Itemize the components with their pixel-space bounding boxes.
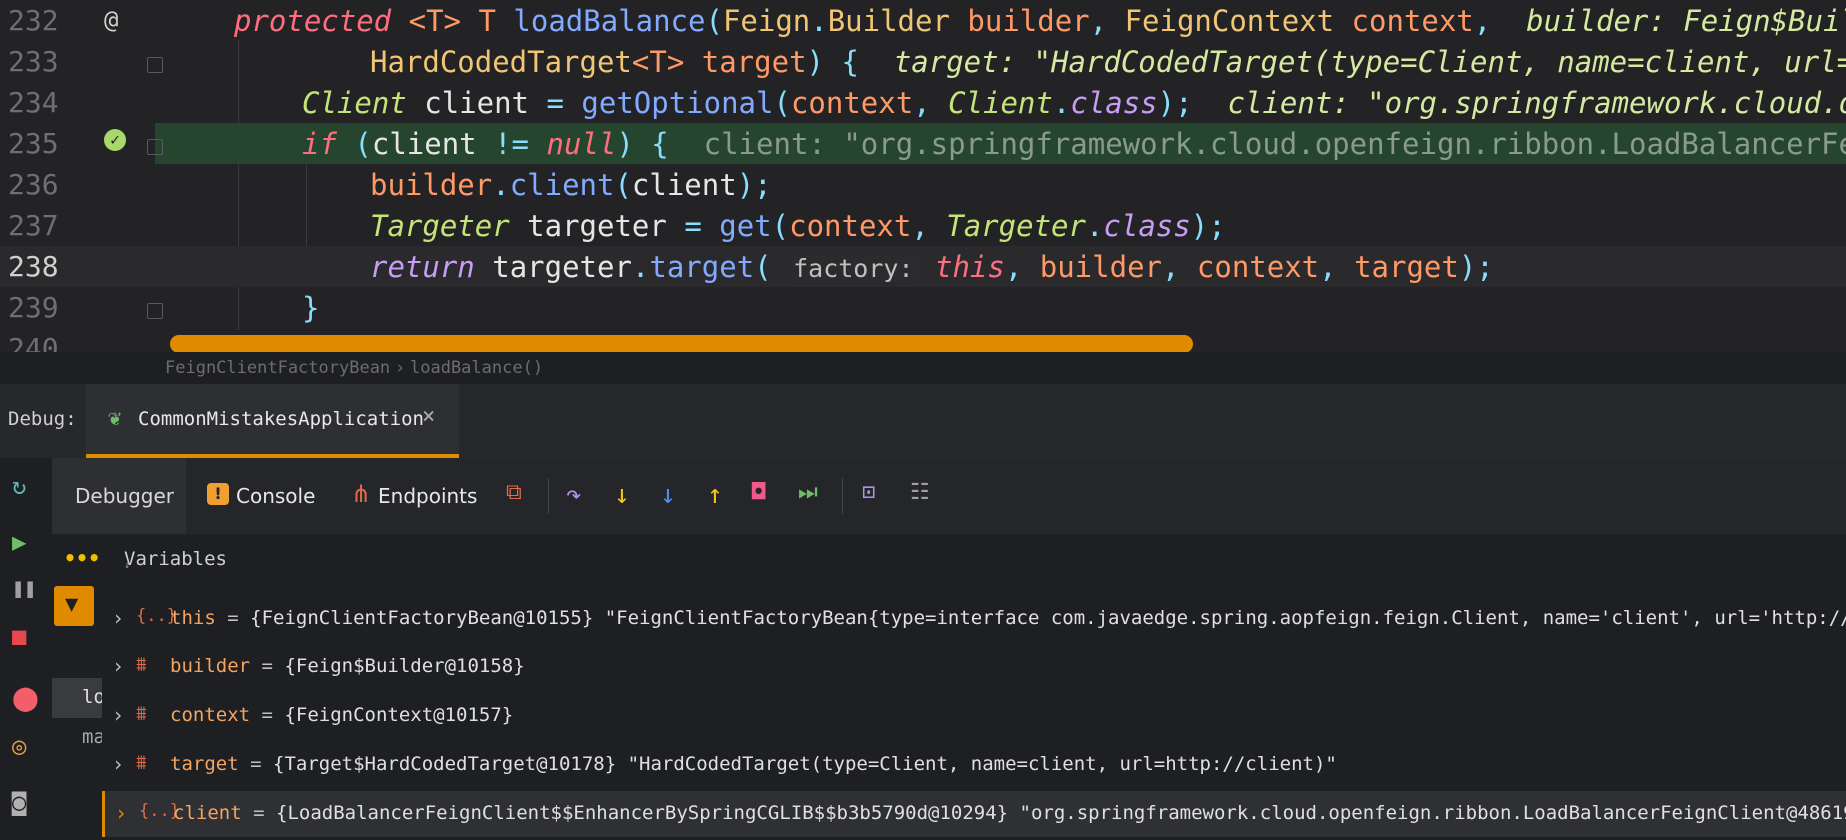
line-number: 239 (8, 291, 59, 324)
code-line-236[interactable]: 236 builder.client(client); (0, 164, 1846, 205)
camera-icon[interactable]: ◙ (12, 788, 26, 816)
line-number: 237 (8, 209, 59, 242)
tab-endpoints[interactable]: ⋔ Endpoints (351, 458, 491, 534)
line-number: 236 (8, 168, 59, 201)
code-line-232[interactable]: 232 @ protected <T> T loadBalance(Feign.… (0, 0, 1846, 41)
breadcrumb-class[interactable]: FeignClientFactoryBean (165, 358, 390, 378)
code-line-235[interactable]: 235 ✓ if (client != null) { client: "org… (0, 123, 1846, 164)
debugger-toolbar: Debugger ! Console ⋔ Endpoints ⧉ ↷ ↓ ↓ ↑… (52, 458, 1846, 534)
debug-value-hint: builder: Feign$Builde (1526, 4, 1846, 38)
toolbar-separator (842, 478, 843, 514)
toolbar-separator (548, 478, 549, 514)
expand-chevron-icon[interactable]: › (112, 752, 124, 776)
code-text: Targeter targeter = get(context, Targete… (370, 209, 1226, 243)
drop-frame-icon[interactable]: ◘ (752, 480, 765, 505)
tab-console[interactable]: ! Console (207, 458, 327, 534)
filter-button[interactable]: ▼ (54, 586, 94, 626)
breadcrumb-method[interactable]: loadBalance() (410, 358, 543, 378)
expand-chevron-icon[interactable]: › (112, 654, 124, 678)
horizontal-scrollbar[interactable] (170, 335, 1193, 352)
fold-marker-icon[interactable] (147, 57, 163, 73)
variables-tree: › {..} this = {FeignClientFactoryBean@10… (102, 596, 1846, 840)
debug-value-hint: client: "org.springframework.cloud.ope (1227, 86, 1846, 120)
stop-icon[interactable]: ■ (12, 622, 26, 650)
line-number: 233 (8, 45, 59, 78)
debug-value-hint: client: "org.springframework.cloud.openf… (703, 127, 1846, 161)
breadcrumb: FeignClientFactoryBean › loadBalance() (0, 356, 1846, 382)
variable-row-builder[interactable]: › ⩩ builder = {Feign$Builder@10158} (102, 644, 1846, 690)
frame-item[interactable]: ma (52, 718, 105, 758)
frames-panel: ▼ lo ma (52, 586, 105, 840)
session-tab-label: CommonMistakesApplication (138, 408, 424, 430)
expand-chevron-icon[interactable]: › (112, 703, 124, 727)
breadcrumb-separator: › (395, 358, 406, 378)
line-number: 240 (8, 332, 59, 352)
more-options-icon[interactable]: ••• (64, 546, 100, 570)
step-over-icon[interactable]: ↷ (566, 480, 582, 510)
spring-boot-app-icon: ❦ (108, 406, 122, 431)
filter-icon: ▼ (65, 592, 79, 617)
line-number: 232 (8, 4, 59, 37)
variable-row-context[interactable]: › ⩩ context = {FeignContext@10157} (102, 693, 1846, 739)
pause-icon[interactable]: ❚❚ (12, 576, 36, 600)
breakpoint-check-icon[interactable]: ✓ (104, 129, 126, 151)
parameter-name-hint: factory: (789, 254, 918, 283)
debug-value-hint: target: "HardCodedTarget(type=Client, na… (893, 45, 1846, 79)
step-out-icon[interactable]: ↑ (707, 480, 723, 510)
override-marker-icon[interactable]: @ (104, 6, 118, 34)
field-icon: ⩩ (136, 701, 147, 725)
fold-marker-icon[interactable] (147, 139, 163, 155)
trace-settings-icon[interactable]: ☷ (910, 480, 930, 505)
restore-layout-icon[interactable]: ⧉ (506, 480, 522, 505)
debug-actions-sidebar: ↻ ▶ ❚❚ ■ ⬤ ◎ ◙ (0, 458, 52, 840)
step-into-icon[interactable]: ↓ (614, 480, 630, 510)
resume-icon[interactable]: ▶ (12, 528, 26, 556)
debug-tool-window-header: Debug: ❦ CommonMistakesApplication × (0, 384, 1846, 458)
code-text: return targeter.target( factory: this, b… (370, 250, 1494, 284)
code-text: Client client = getOptional(context, Cli… (302, 86, 1846, 120)
variables-title: Variables (124, 548, 227, 570)
code-line-238[interactable]: 238 return targeter.target( factory: thi… (0, 246, 1846, 287)
field-icon: ⩩ (136, 652, 147, 676)
code-line-234[interactable]: 234 Client client = getOptional(context,… (0, 82, 1846, 123)
evaluate-expression-icon[interactable]: ⊡ (862, 480, 875, 505)
force-step-into-icon[interactable]: ↓ (660, 480, 676, 510)
line-number: 238 (8, 250, 59, 283)
variable-row-this[interactable]: › {..} this = {FeignClientFactoryBean@10… (102, 596, 1846, 642)
code-editor[interactable]: 232 @ protected <T> T loadBalance(Feign.… (0, 0, 1846, 352)
code-line-237[interactable]: 237 Targeter targeter = get(context, Tar… (0, 205, 1846, 246)
code-text: builder.client(client); (370, 168, 772, 202)
code-text: HardCodedTarget<T> target) { target: "Ha… (370, 45, 1846, 79)
field-icon: ⩩ (136, 750, 147, 774)
tab-debugger[interactable]: Debugger (52, 458, 186, 534)
debug-session-tab[interactable]: ❦ CommonMistakesApplication × (86, 384, 459, 458)
line-number: 234 (8, 86, 59, 119)
mute-breakpoints-icon[interactable]: ◎ (12, 732, 26, 760)
run-to-cursor-icon[interactable]: ⏭ (798, 480, 818, 505)
variable-row-client[interactable]: › {..} client = {LoadBalancerFeignClient… (102, 791, 1846, 837)
variable-row-target[interactable]: › ⩩ target = {Target$HardCodedTarget@101… (102, 742, 1846, 788)
code-text: protected <T> T loadBalance(Feign.Builde… (234, 4, 1846, 38)
code-text: if (client != null) { client: "org.sprin… (302, 127, 1846, 161)
code-line-233[interactable]: 233 HardCodedTarget<T> target) { target:… (0, 41, 1846, 82)
debug-label: Debug: (8, 408, 77, 430)
endpoints-icon: ⋔ (351, 480, 372, 508)
variables-header: ••• ↓ Variables (52, 534, 1846, 586)
console-warning-icon: ! (207, 483, 229, 505)
view-breakpoints-icon[interactable]: ⬤ (12, 684, 39, 712)
frame-item[interactable]: lo (52, 678, 105, 718)
expand-chevron-icon[interactable]: › (115, 801, 127, 825)
line-number: 235 (8, 127, 59, 160)
rerun-icon[interactable]: ↻ (12, 472, 26, 500)
expand-chevron-icon[interactable]: › (112, 606, 124, 630)
fold-marker-icon[interactable] (147, 303, 163, 319)
code-text: } (302, 291, 320, 325)
code-line-239[interactable]: 239 } (0, 287, 1846, 328)
close-icon[interactable]: × (422, 404, 435, 429)
